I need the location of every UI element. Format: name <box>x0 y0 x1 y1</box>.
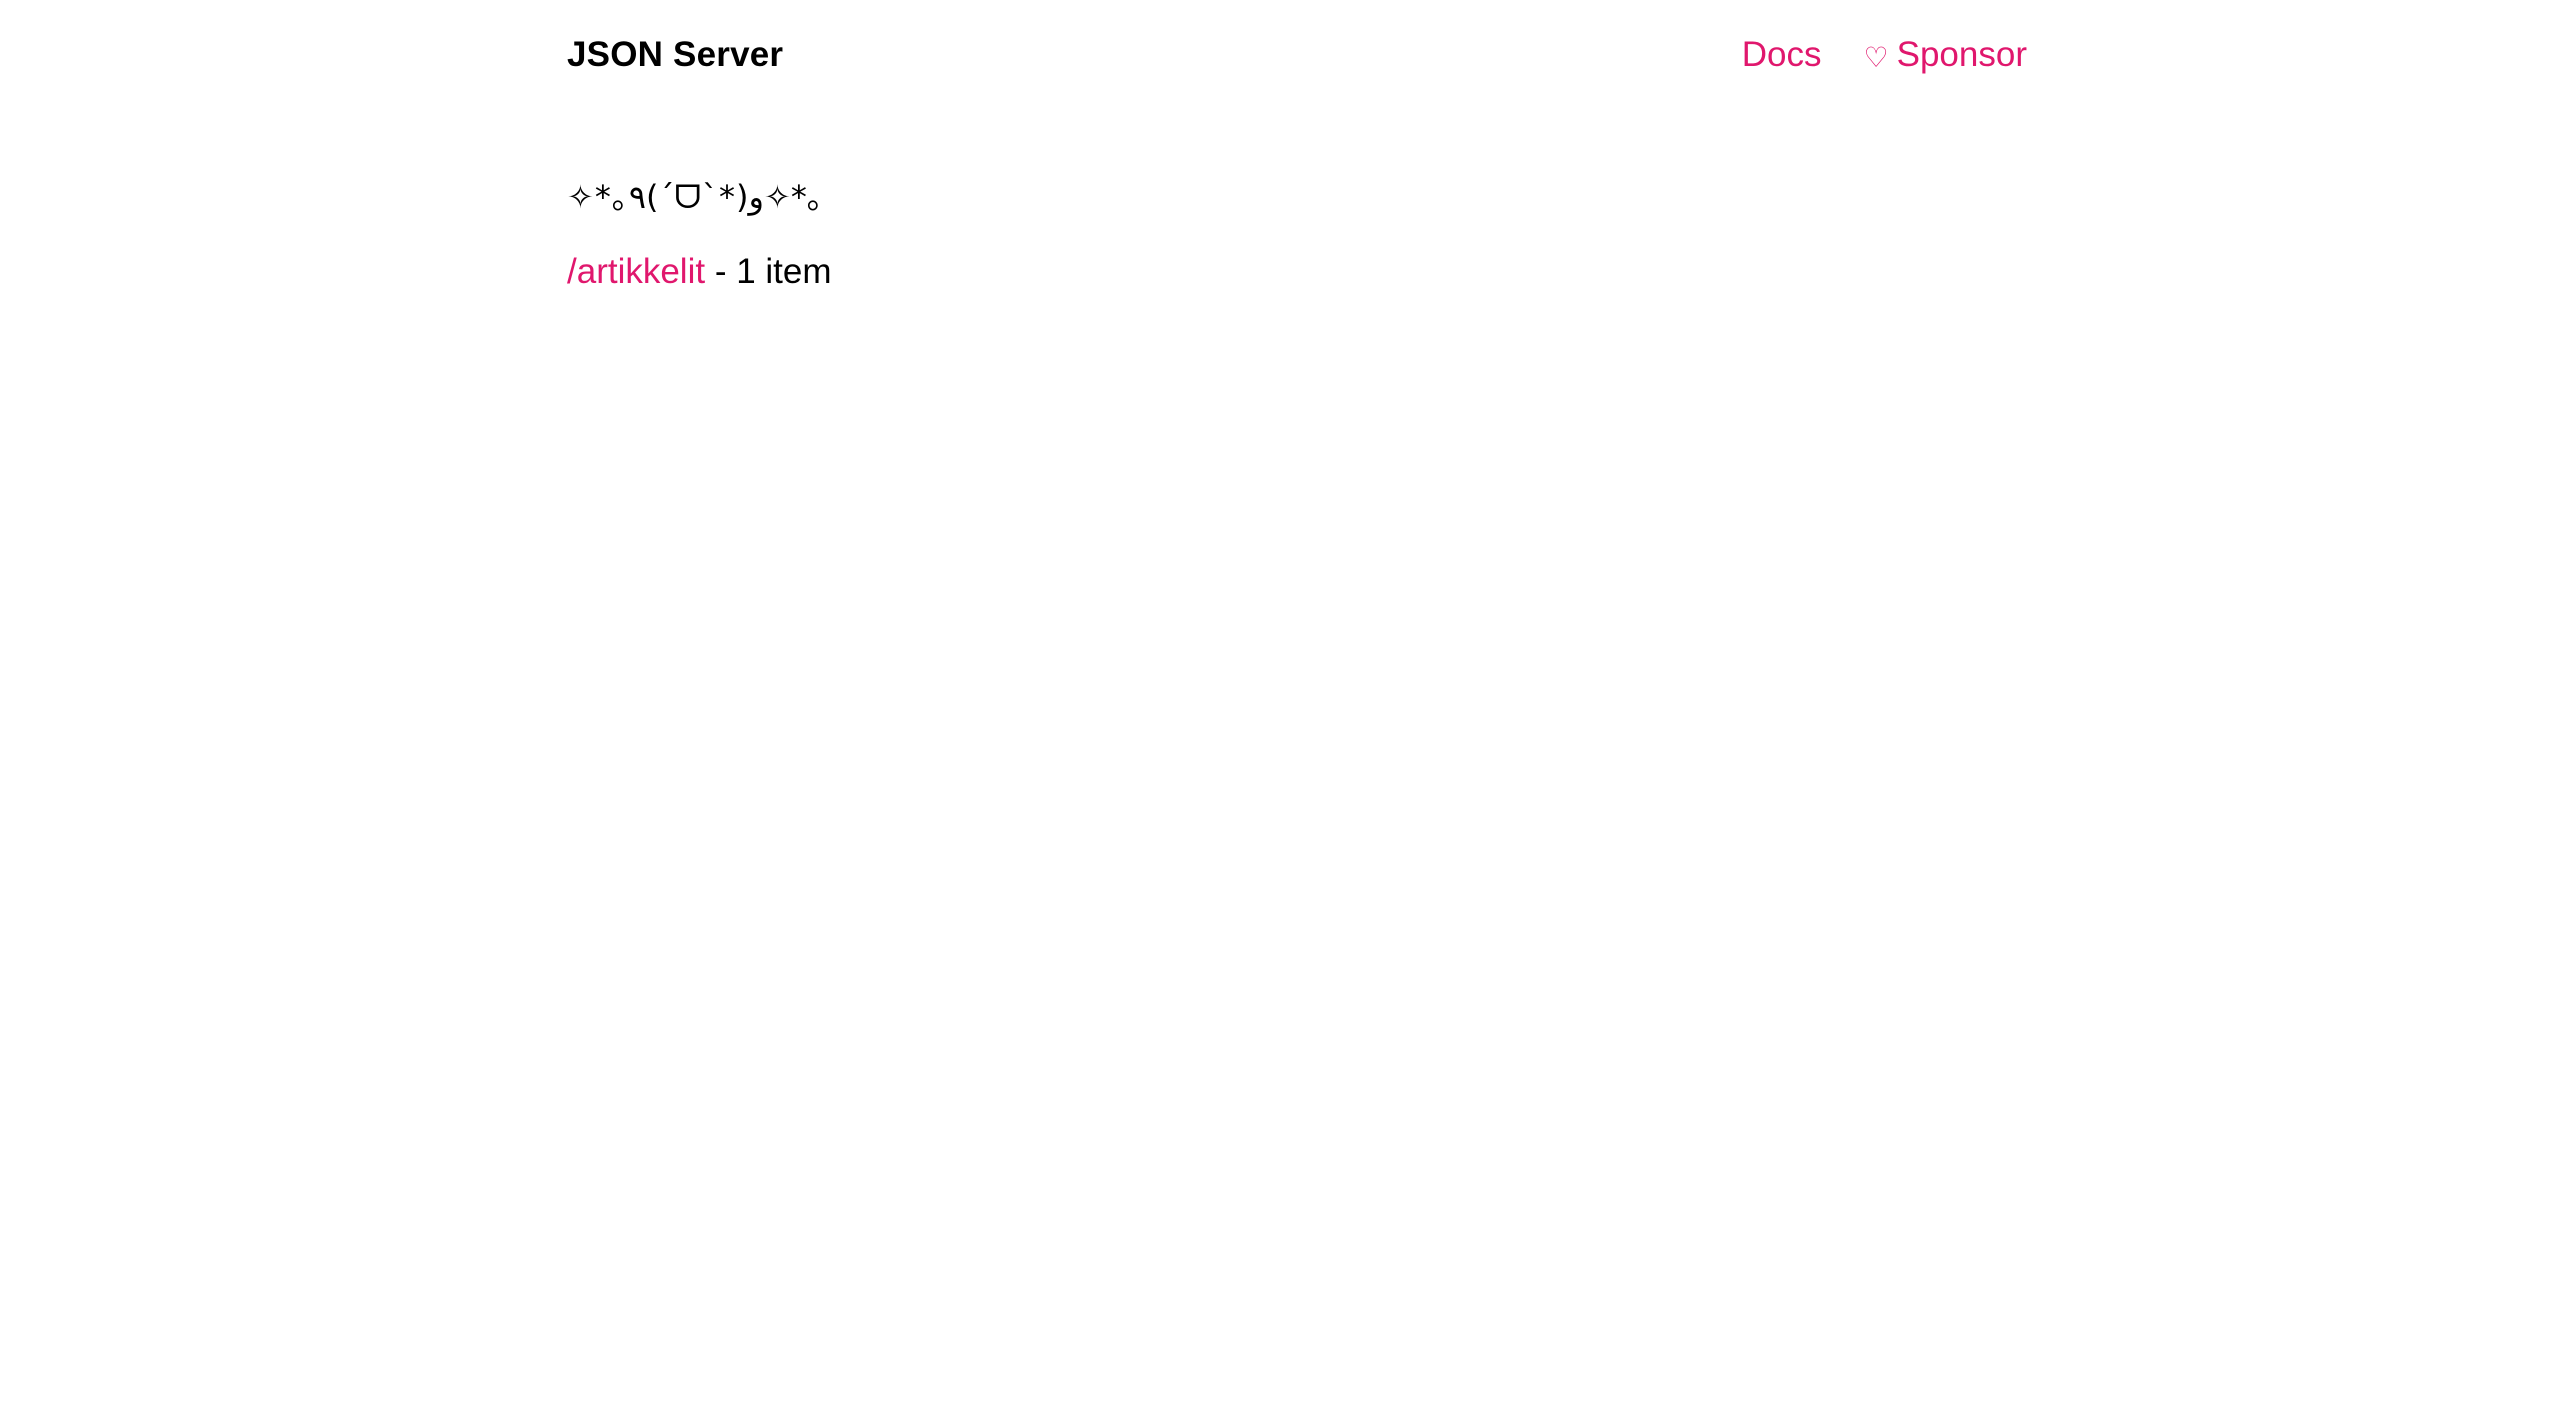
resource-link-artikkelit[interactable]: /artikkelit <box>567 252 705 291</box>
docs-link[interactable]: Docs <box>1742 35 1822 75</box>
main-content: ✧*｡٩(ˊᗜˋ*)و✧*｡ /artikkelit - 1 item <box>567 110 2027 292</box>
sponsor-link[interactable]: ♡ Sponsor <box>1864 35 2027 75</box>
site-header: JSON Server Docs ♡ Sponsor <box>567 0 2027 110</box>
heart-outline-icon: ♡ <box>1863 41 1889 73</box>
resource-item-count: 1 item <box>736 252 832 291</box>
brand-title: JSON Server <box>567 35 784 74</box>
resource-list-item: /artikkelit - 1 item <box>567 252 2027 292</box>
page-container: JSON Server Docs ♡ Sponsor ✧*｡٩(ˊᗜˋ*)و✧*… <box>567 0 2027 292</box>
kaomoji-greeting: ✧*｡٩(ˊᗜˋ*)و✧*｡ <box>567 178 824 216</box>
resource-separator: - <box>705 252 737 291</box>
sponsor-link-label: Sponsor <box>1896 35 2027 74</box>
top-nav: Docs ♡ Sponsor <box>1742 35 2027 75</box>
